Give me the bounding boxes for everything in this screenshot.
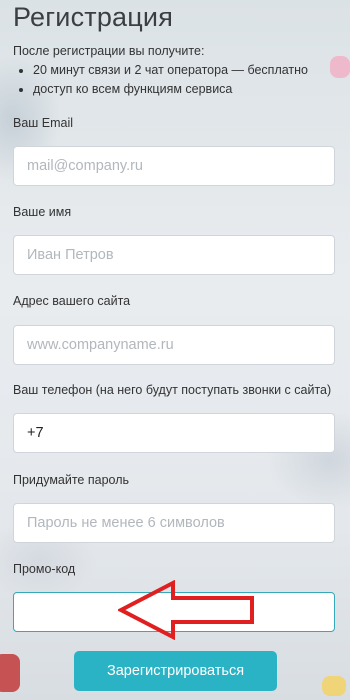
benefit-item: доступ ко всем функциям сервиса [33,80,308,99]
background-decoration [322,676,346,696]
background-decoration [330,56,350,78]
name-field[interactable] [13,235,335,275]
email-field[interactable] [13,146,335,186]
phone-field[interactable] [13,413,335,453]
background-decoration [0,654,20,692]
benefit-item: 20 минут связи и 2 чат оператора — беспл… [33,61,308,80]
site-label: Адрес вашего сайта [13,294,131,308]
site-field[interactable] [13,325,335,365]
password-field[interactable] [13,503,335,543]
promo-label: Промо-код [13,562,76,576]
register-button[interactable]: Зарегистрироваться [74,651,277,691]
password-label: Придумайте пароль [13,473,130,487]
intro-text: После регистрации вы получите: [13,44,205,58]
benefits-list: 20 минут связи и 2 чат оператора — беспл… [13,61,308,99]
name-label: Ваше имя [13,205,72,219]
phone-label: Ваш телефон (на него будут поступать зво… [13,383,332,397]
email-label: Ваш Email [13,116,74,130]
registration-intro: После регистрации вы получите: 20 минут … [13,42,308,99]
page-title: Регистрация [13,2,174,32]
annotation-arrow-icon [118,580,254,640]
